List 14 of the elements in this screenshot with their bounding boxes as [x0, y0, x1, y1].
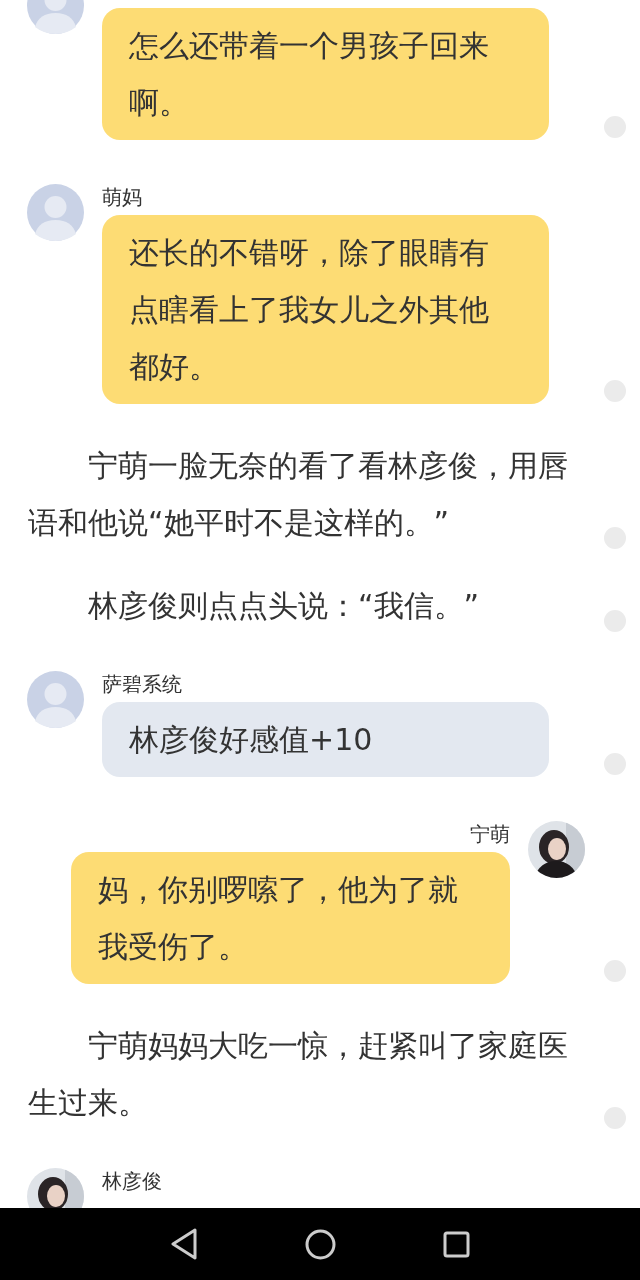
narration-paragraph: 宁萌妈妈大吃一惊，赶紧叫了家庭医生过来。	[27, 1027, 569, 1122]
message-bubble: 怎么还带着一个男孩子回来啊。	[102, 8, 549, 140]
recents-icon[interactable]	[443, 1230, 470, 1258]
message-bubble: 林彦俊好感值+10	[102, 702, 549, 777]
narration-paragraph: 宁萌一脸无奈的看了看林彦俊，用唇语和他说“她平时不是这样的。”	[27, 447, 569, 542]
sender-name: 萨碧系统	[102, 671, 182, 697]
sender-name: 萌妈	[102, 184, 142, 210]
narration-paragraph: 林彦俊则点点头说：“我信。”	[87, 587, 481, 625]
message-bubble: 还长的不错呀，除了眼睛有点瞎看上了我女儿之外其他都好。	[102, 215, 549, 404]
home-icon[interactable]	[305, 1228, 336, 1260]
message-bubble: 妈，你别啰嗦了，他为了就我受伤了。	[71, 852, 510, 984]
back-icon[interactable]	[170, 1228, 198, 1260]
sender-name: 林彦俊	[102, 1168, 162, 1194]
sender-name: 宁萌	[470, 821, 510, 847]
